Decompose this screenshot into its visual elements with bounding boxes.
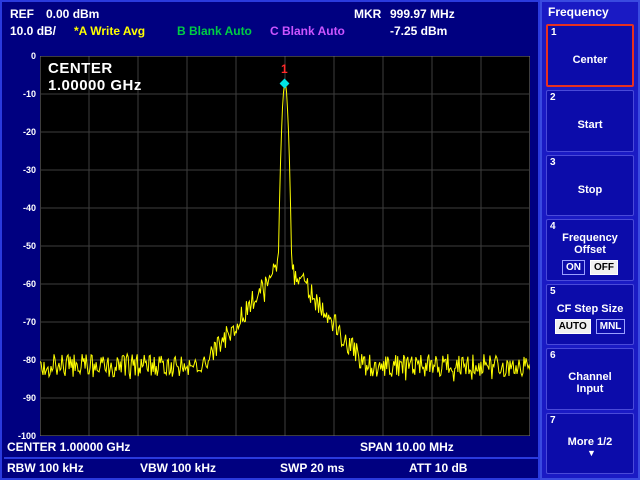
spectrum-analyzer-screen: REF 0.00 dBm MKR 999.97 MHz 10.0 dB/ *A … [0, 0, 640, 480]
y-tick-label: -20 [2, 127, 36, 137]
softkey-number: 1 [551, 27, 557, 38]
auto-mnl-toggle: AUTO MNL [555, 319, 626, 334]
softkey-label: Center [573, 54, 608, 66]
toggle-option-auto[interactable]: AUTO [555, 319, 591, 334]
softkey-number: 5 [550, 286, 556, 297]
mkr-value: 999.97 MHz [390, 7, 455, 21]
trace-c-status: C Blank Auto [270, 24, 345, 38]
y-tick-label: -60 [2, 279, 36, 289]
softkey-number: 2 [550, 92, 556, 103]
softkey-label: CF Step Size [557, 303, 624, 315]
y-tick-label: -10 [2, 89, 36, 99]
y-tick-label: -50 [2, 241, 36, 251]
softkey-label: Start [577, 119, 602, 131]
softkey-menu-title: Frequency [546, 4, 634, 21]
marker-1-label: 1 [281, 62, 288, 76]
softkey-number: 7 [550, 415, 556, 426]
spectrum-plot [40, 56, 530, 436]
marker-amplitude: -7.25 dBm [390, 24, 447, 38]
softkey-center[interactable]: 1 Center [546, 24, 634, 87]
softkey-label: Frequency Offset [562, 232, 618, 256]
softkey-number: 4 [550, 221, 556, 232]
on-off-toggle: ON OFF [562, 260, 618, 275]
span-readout: SPAN 10.00 MHz [360, 440, 454, 454]
vbw-readout: VBW 100 kHz [140, 461, 216, 475]
trace-b-status: B Blank Auto [177, 24, 252, 38]
softkey-label: More 1/2 [568, 436, 613, 448]
footer-divider [4, 457, 538, 459]
softkey-number: 6 [550, 350, 556, 361]
toggle-option-off[interactable]: OFF [590, 260, 618, 275]
annotation-line1: CENTER [48, 60, 142, 77]
att-readout: ATT 10 dB [409, 461, 467, 475]
softkey-panel: Frequency 1 Center 2 Start 3 Stop 4 Freq… [540, 0, 640, 480]
y-tick-label: -40 [2, 203, 36, 213]
softkey-label: Channel Input [568, 371, 611, 395]
softkey-frequency-offset[interactable]: 4 Frequency Offset ON OFF [546, 219, 634, 280]
y-tick-label: -80 [2, 355, 36, 365]
trace-a-status: *A Write Avg [74, 24, 145, 38]
softkey-start[interactable]: 2 Start [546, 90, 634, 151]
center-freq-readout: CENTER 1.00000 GHz [7, 440, 130, 454]
y-tick-label: -90 [2, 393, 36, 403]
softkey-cf-step-size[interactable]: 5 CF Step Size AUTO MNL [546, 284, 634, 345]
swp-readout: SWP 20 ms [280, 461, 344, 475]
mkr-label: MKR [354, 7, 381, 21]
y-tick-label: -70 [2, 317, 36, 327]
center-freq-annotation: CENTER 1.00000 GHz [48, 60, 142, 94]
y-tick-label: 0 [2, 51, 36, 61]
softkey-more[interactable]: 7 More 1/2 ▼ [546, 413, 634, 474]
toggle-option-on[interactable]: ON [562, 260, 585, 275]
display-area: REF 0.00 dBm MKR 999.97 MHz 10.0 dB/ *A … [0, 0, 540, 480]
scale-readout: 10.0 dB/ [10, 24, 56, 38]
softkey-number: 3 [550, 157, 556, 168]
annotation-line2: 1.00000 GHz [48, 77, 142, 94]
rbw-readout: RBW 100 kHz [7, 461, 84, 475]
softkey-stop[interactable]: 3 Stop [546, 155, 634, 216]
spectrum-display: CENTER 1.00000 GHz 1 [40, 56, 530, 436]
ref-value: 0.00 dBm [46, 7, 99, 21]
ref-label: REF [10, 7, 34, 21]
softkey-label: Stop [578, 184, 602, 196]
y-tick-label: -30 [2, 165, 36, 175]
chevron-down-icon: ▼ [587, 448, 596, 458]
softkey-channel-input[interactable]: 6 Channel Input [546, 348, 634, 409]
toggle-option-mnl[interactable]: MNL [596, 319, 626, 334]
